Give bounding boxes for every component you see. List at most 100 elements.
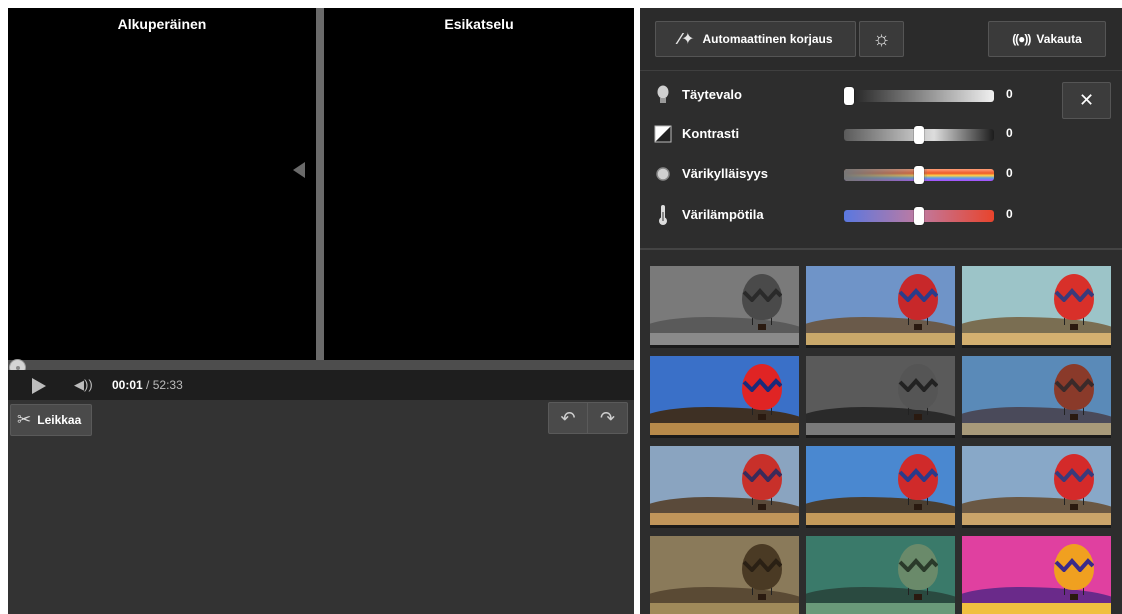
balloon-basket: [914, 504, 922, 510]
balloon-pattern: [742, 468, 782, 482]
balloon-basket: [758, 414, 766, 420]
stabilize-icon: ((●)): [1012, 32, 1031, 46]
filter-ground: [962, 603, 1111, 614]
play-icon[interactable]: [32, 378, 46, 394]
undo-redo-group: ↶ ↷: [548, 402, 628, 434]
color-temperature-row: Värilämpötila 0: [640, 204, 1040, 228]
filter-ground: [806, 603, 955, 614]
fill-light-slider-handle[interactable]: [844, 87, 854, 105]
original-video-pane: Alkuperäinen: [8, 8, 316, 368]
filter-ground: [650, 603, 799, 614]
filter-ground: [962, 513, 1111, 525]
balloon-pattern: [742, 378, 782, 392]
divider: [640, 248, 1122, 250]
filter-thumbnail[interactable]: [650, 356, 799, 438]
thermometer-icon: [654, 205, 672, 225]
sun-icon: ☼: [872, 27, 891, 50]
balloon-basket: [758, 504, 766, 510]
balloon-pattern: [898, 378, 938, 392]
lightbulb-icon: [654, 85, 672, 105]
filter-ground: [806, 513, 955, 525]
arrow-left-icon[interactable]: [293, 162, 305, 178]
balloon-basket: [1070, 414, 1078, 420]
trim-label: Leikkaa: [37, 413, 82, 427]
filter-thumbnail[interactable]: [806, 536, 955, 614]
balloon-basket: [1070, 324, 1078, 330]
balloon-pattern: [1054, 378, 1094, 392]
saturation-row: Värikylläisyys 0: [640, 163, 1040, 187]
filter-thumbnail[interactable]: [962, 446, 1111, 528]
enhance-toolbar: ⁄✦ Automaattinen korjaus ☼ ((●)) Vakauta: [640, 8, 1122, 71]
filter-ground: [650, 513, 799, 525]
preview-label: Esikatselu: [444, 16, 514, 32]
time-readout: 00:01 / 52:33: [112, 378, 183, 392]
fill-light-label: Täytevalo: [682, 87, 742, 102]
filter-ground: [806, 333, 955, 345]
contrast-slider-handle[interactable]: [914, 126, 924, 144]
trim-button[interactable]: ✂ Leikkaa: [10, 404, 93, 436]
filter-thumbnail[interactable]: [962, 356, 1111, 438]
undo-button[interactable]: ↶: [548, 402, 588, 434]
stabilize-label: Vakauta: [1036, 32, 1082, 46]
contrast-icon: [654, 124, 672, 144]
color-temperature-label: Värilämpötila: [682, 207, 764, 222]
filter-thumbnail[interactable]: [650, 536, 799, 614]
fill-light-row: Täytevalo 0: [640, 84, 1040, 108]
filter-thumbnail[interactable]: [650, 266, 799, 348]
fill-light-slider[interactable]: [844, 87, 994, 105]
contrast-value: 0: [1006, 126, 1013, 140]
video-player: Alkuperäinen Esikatselu: [8, 8, 634, 368]
balloon-pattern: [898, 558, 938, 572]
balloon-basket: [758, 594, 766, 600]
saturation-label: Värikylläisyys: [682, 166, 769, 181]
filter-thumbnail[interactable]: [806, 446, 955, 528]
color-temperature-slider[interactable]: [844, 207, 994, 225]
filter-thumbnail[interactable]: [962, 536, 1111, 614]
balloon-pattern: [1054, 558, 1094, 572]
editor-area: ✂ Leikkaa ↶ ↷: [8, 400, 634, 614]
color-temperature-value: 0: [1006, 207, 1013, 221]
color-temperature-slider-handle[interactable]: [914, 207, 924, 225]
balloon-pattern: [898, 468, 938, 482]
filter-ground: [650, 333, 799, 345]
undo-icon: ↶: [560, 407, 576, 428]
current-time: 00:01: [112, 378, 143, 392]
saturation-value: 0: [1006, 166, 1013, 180]
close-button[interactable]: ✕: [1062, 82, 1111, 119]
total-time: 52:33: [152, 378, 183, 392]
balloon-basket: [758, 324, 766, 330]
filter-ground: [962, 423, 1111, 435]
fill-light-value: 0: [1006, 87, 1013, 101]
contrast-slider[interactable]: [844, 126, 994, 144]
scissors-icon: ✂: [17, 410, 32, 429]
filter-thumbnail[interactable]: [806, 356, 955, 438]
balloon-pattern: [1054, 468, 1094, 482]
volume-icon[interactable]: ◀)): [74, 377, 93, 393]
balloon-pattern: [742, 558, 782, 572]
close-icon: ✕: [1078, 90, 1095, 110]
playback-controls: ◀)) 00:01 / 52:33: [8, 370, 634, 400]
brightness-button[interactable]: ☼: [859, 21, 904, 57]
balloon-pattern: [742, 288, 782, 302]
saturation-icon: [654, 164, 672, 184]
saturation-slider[interactable]: [844, 166, 994, 184]
redo-icon: ↷: [599, 407, 616, 428]
filter-thumbnail[interactable]: [962, 266, 1111, 348]
stabilize-button[interactable]: ((●)) Vakauta: [988, 21, 1106, 57]
magic-wand-icon: ⁄✦: [678, 31, 695, 48]
auto-fix-button[interactable]: ⁄✦ Automaattinen korjaus: [655, 21, 856, 57]
filter-thumbnail[interactable]: [806, 266, 955, 348]
enhancements-panel: ⁄✦ Automaattinen korjaus ☼ ((●)) Vakauta…: [640, 8, 1122, 614]
saturation-slider-handle[interactable]: [914, 166, 924, 184]
balloon-basket: [1070, 504, 1078, 510]
auto-fix-label: Automaattinen korjaus: [702, 32, 833, 46]
balloon-basket: [914, 324, 922, 330]
filter-thumbnail[interactable]: [650, 446, 799, 528]
filter-ground: [806, 423, 955, 435]
split-divider-handle[interactable]: [316, 8, 324, 360]
preview-video-pane: Esikatselu: [324, 8, 634, 368]
contrast-row: Kontrasti 0: [640, 123, 1040, 147]
redo-button[interactable]: ↷: [588, 402, 628, 434]
timeline-scrubber[interactable]: [8, 359, 634, 376]
time-separator: /: [142, 378, 153, 392]
